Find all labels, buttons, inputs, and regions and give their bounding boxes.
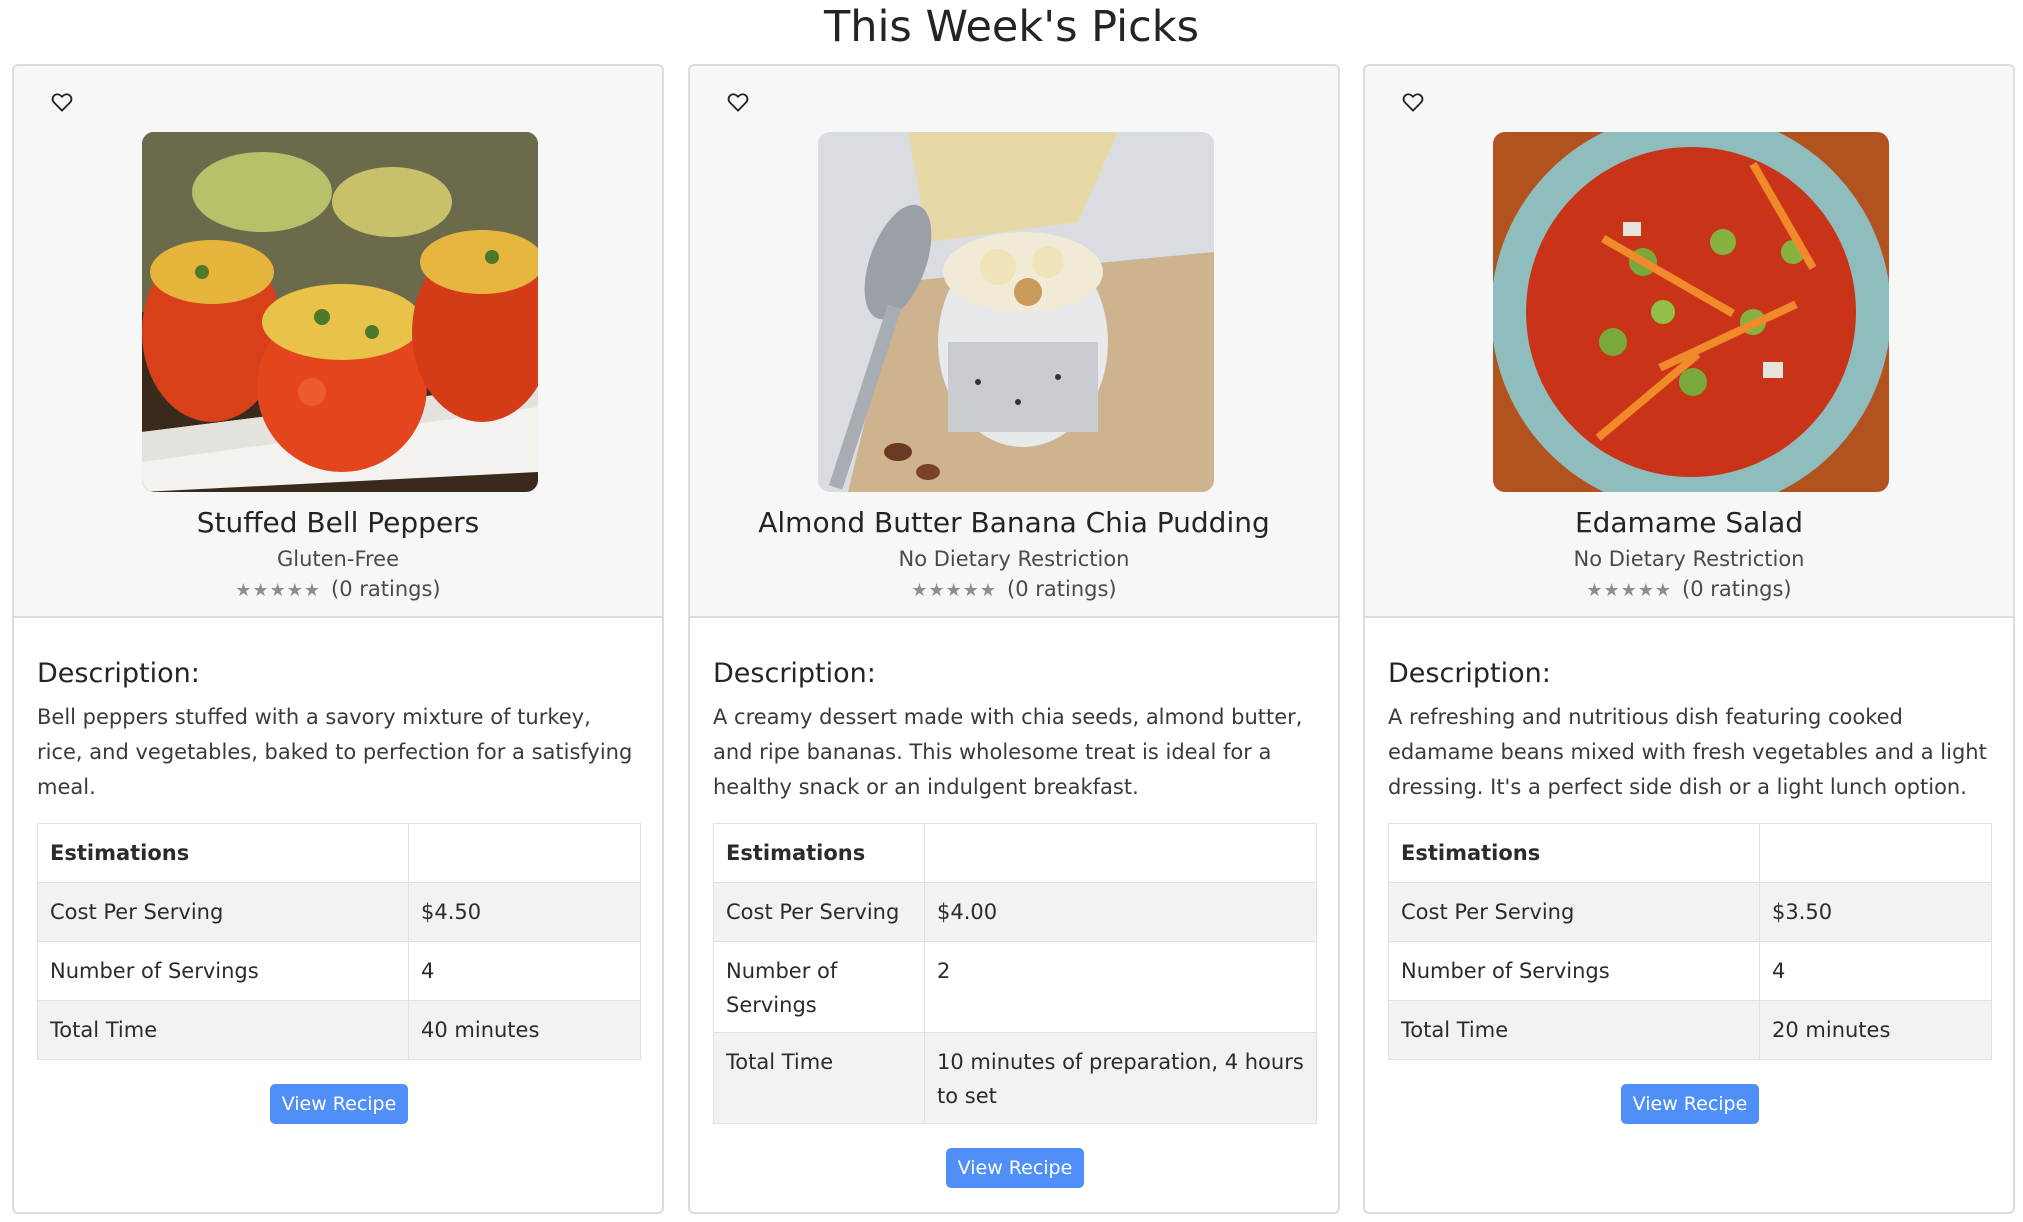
estimations-header: Estimations [37, 823, 409, 883]
row-label: Number of Servings [37, 941, 409, 1001]
button-wrap: View Recipe [1388, 1084, 1992, 1124]
estimations-table: Estimations Cost Per Serving $3.50 Number… [1388, 823, 1992, 1060]
table-row: Cost Per Serving $4.50 [37, 882, 641, 942]
recipe-photo [1493, 132, 1889, 492]
star-rating-icon: ★★★★★ [1586, 580, 1673, 601]
heart-outline-icon[interactable] [1399, 88, 1427, 116]
card-header: Stuffed Bell Peppers Gluten-Free ★★★★★ (0… [14, 66, 662, 618]
view-recipe-button[interactable]: View Recipe [945, 1148, 1085, 1188]
estimations-header-blank [924, 823, 1317, 883]
table-row: Number of Servings 4 [37, 941, 641, 1001]
rating: ★★★★★ (0 ratings) [14, 574, 662, 606]
estimations-header: Estimations [1388, 823, 1760, 883]
table-row: Total Time 40 minutes [37, 1000, 641, 1060]
recipe-card: Stuffed Bell Peppers Gluten-Free ★★★★★ (0… [12, 64, 664, 1214]
rating: ★★★★★ (0 ratings) [1365, 574, 2013, 606]
row-value: 10 minutes of preparation, 4 hours to se… [924, 1032, 1317, 1124]
table-row: Cost Per Serving $4.00 [713, 882, 1317, 942]
description-text: A creamy dessert made with chia seeds, a… [713, 705, 1303, 799]
recipe-name: Almond Butter Banana Chia Pudding [758, 506, 1270, 539]
estimations-header-blank [408, 823, 641, 883]
recipe-name: Stuffed Bell Peppers [196, 506, 480, 539]
row-label: Total Time [713, 1032, 925, 1124]
heart-outline-icon[interactable] [48, 88, 76, 116]
button-wrap: View Recipe [713, 1148, 1317, 1188]
table-row: Total Time 10 minutes of preparation, 4 h… [713, 1032, 1317, 1124]
diet-label: Gluten-Free [276, 547, 400, 571]
view-recipe-button[interactable]: View Recipe [269, 1084, 409, 1124]
card-header: Almond Butter Banana Chia Pudding No Die… [690, 66, 1338, 618]
row-value: 20 minutes [1759, 1000, 1992, 1060]
ratings-count: (0 ratings) [1682, 577, 1792, 601]
card-body: Description: A creamy dessert made with … [713, 656, 1317, 1188]
row-label: Total Time [1388, 1000, 1760, 1060]
description-heading: Description: [713, 658, 876, 689]
recipe-card: Almond Butter Banana Chia Pudding No Die… [688, 64, 1340, 1214]
ratings-count: (0 ratings) [1007, 577, 1117, 601]
card-body: Description: A refreshing and nutritious… [1388, 656, 1992, 1124]
row-value: $4.50 [408, 882, 641, 942]
row-value: $3.50 [1759, 882, 1992, 942]
row-label: Cost Per Serving [37, 882, 409, 942]
star-rating-icon: ★★★★★ [911, 580, 998, 601]
page-title: This Week's Picks [823, 2, 1200, 52]
table-row: Number of Servings 2 [713, 941, 1317, 1033]
estimations-header-blank [1759, 823, 1992, 883]
estimations-table: Estimations Cost Per Serving $4.50 Number… [37, 823, 641, 1060]
row-value: 4 [1759, 941, 1992, 1001]
row-value: $4.00 [924, 882, 1317, 942]
diet-label: No Dietary Restriction [898, 547, 1130, 571]
row-value: 40 minutes [408, 1000, 641, 1060]
row-value: 2 [924, 941, 1317, 1033]
recipe-photo [818, 132, 1214, 492]
table-row: Total Time 20 minutes [1388, 1000, 1992, 1060]
view-recipe-button[interactable]: View Recipe [1620, 1084, 1760, 1124]
rating: ★★★★★ (0 ratings) [690, 574, 1338, 606]
row-label: Number of Servings [713, 941, 925, 1033]
recipe-card: Edamame Salad No Dietary Restriction ★★★… [1363, 64, 2015, 1214]
row-value: 4 [408, 941, 641, 1001]
card-body: Description: Bell peppers stuffed with a… [37, 656, 641, 1124]
description-text: A refreshing and nutritious dish featuri… [1388, 705, 1987, 799]
button-wrap: View Recipe [37, 1084, 641, 1124]
recipe-name: Edamame Salad [1574, 506, 1804, 539]
estimations-header: Estimations [713, 823, 925, 883]
heart-outline-icon[interactable] [724, 88, 752, 116]
row-label: Total Time [37, 1000, 409, 1060]
table-row: Number of Servings 4 [1388, 941, 1992, 1001]
card-header: Edamame Salad No Dietary Restriction ★★★… [1365, 66, 2013, 618]
description-text: Bell peppers stuffed with a savory mixtu… [37, 705, 633, 799]
estimations-table: Estimations Cost Per Serving $4.00 Number… [713, 823, 1317, 1124]
row-label: Cost Per Serving [1388, 882, 1760, 942]
row-label: Cost Per Serving [713, 882, 925, 942]
star-rating-icon: ★★★★★ [235, 580, 322, 601]
diet-label: No Dietary Restriction [1573, 547, 1805, 571]
description-heading: Description: [37, 658, 200, 689]
table-row: Cost Per Serving $3.50 [1388, 882, 1992, 942]
ratings-count: (0 ratings) [331, 577, 441, 601]
row-label: Number of Servings [1388, 941, 1760, 1001]
recipe-photo [142, 132, 538, 492]
description-heading: Description: [1388, 658, 1551, 689]
